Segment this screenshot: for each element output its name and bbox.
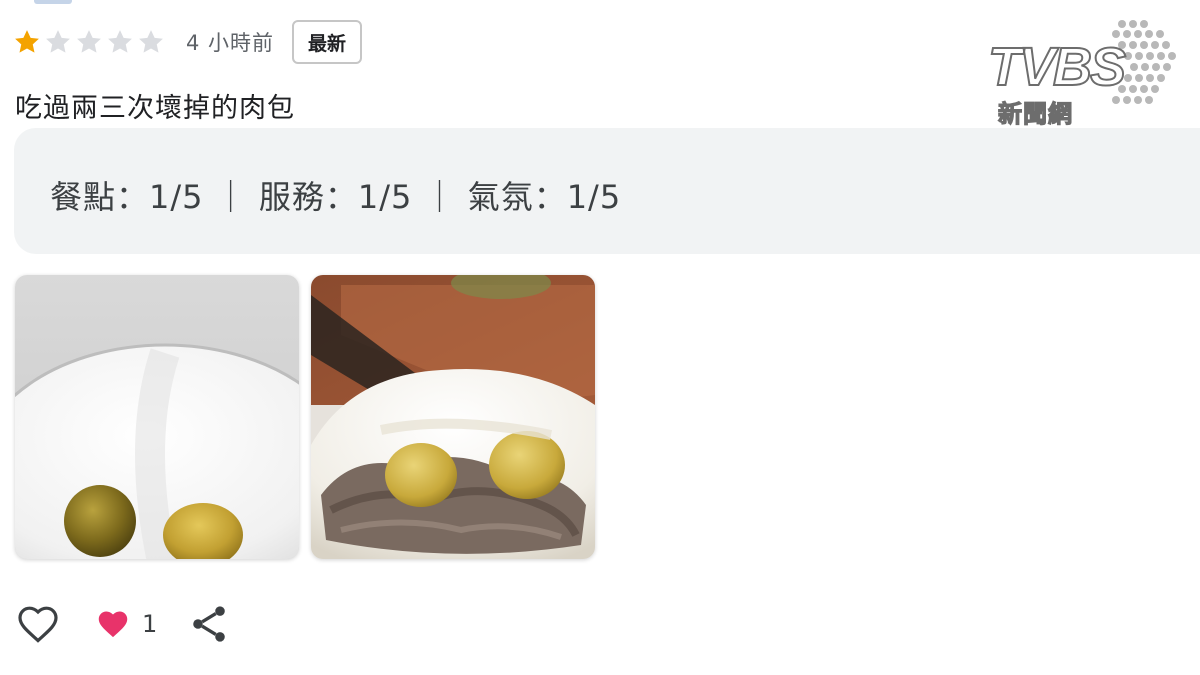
logo-wordmark: TVBS: [987, 37, 1127, 97]
review-actions: 1: [14, 600, 231, 648]
reaction-count: 1: [142, 610, 158, 638]
star-empty-icon: [139, 30, 163, 53]
star-filled-icon: [15, 30, 39, 53]
subratings-text: 餐點：1/5 ｜ 服務：1/5 ｜ 氣氛：1/5: [50, 178, 622, 216]
star-empty-icon: [108, 30, 132, 53]
subratings-panel: 餐點：1/5 ｜ 服務：1/5 ｜ 氣氛：1/5: [14, 128, 1200, 254]
tvbs-news-logo: TVBS 新聞網: [987, 18, 1178, 129]
newest-badge[interactable]: 最新: [292, 20, 363, 64]
review-header: 4 小時前 最新: [12, 20, 363, 64]
share-icon[interactable]: [187, 602, 231, 646]
heart-filled-icon[interactable]: [94, 605, 132, 643]
star-empty-icon: [46, 30, 70, 53]
plate-photo-image: [15, 275, 299, 559]
star-rating: [12, 27, 166, 57]
top-edge-fragment: [34, 0, 72, 4]
review-body: 吃過兩三次壞掉的肉包: [15, 93, 295, 124]
logo-subtitle: 新聞網: [997, 99, 1073, 128]
review-time: 4 小時前: [186, 31, 275, 55]
bun-photo-image: [311, 275, 595, 559]
review-photo-2[interactable]: [311, 275, 595, 559]
review-photo-1[interactable]: [15, 275, 299, 559]
star-empty-icon: [77, 30, 101, 53]
heart-outline-icon[interactable]: [14, 600, 62, 648]
